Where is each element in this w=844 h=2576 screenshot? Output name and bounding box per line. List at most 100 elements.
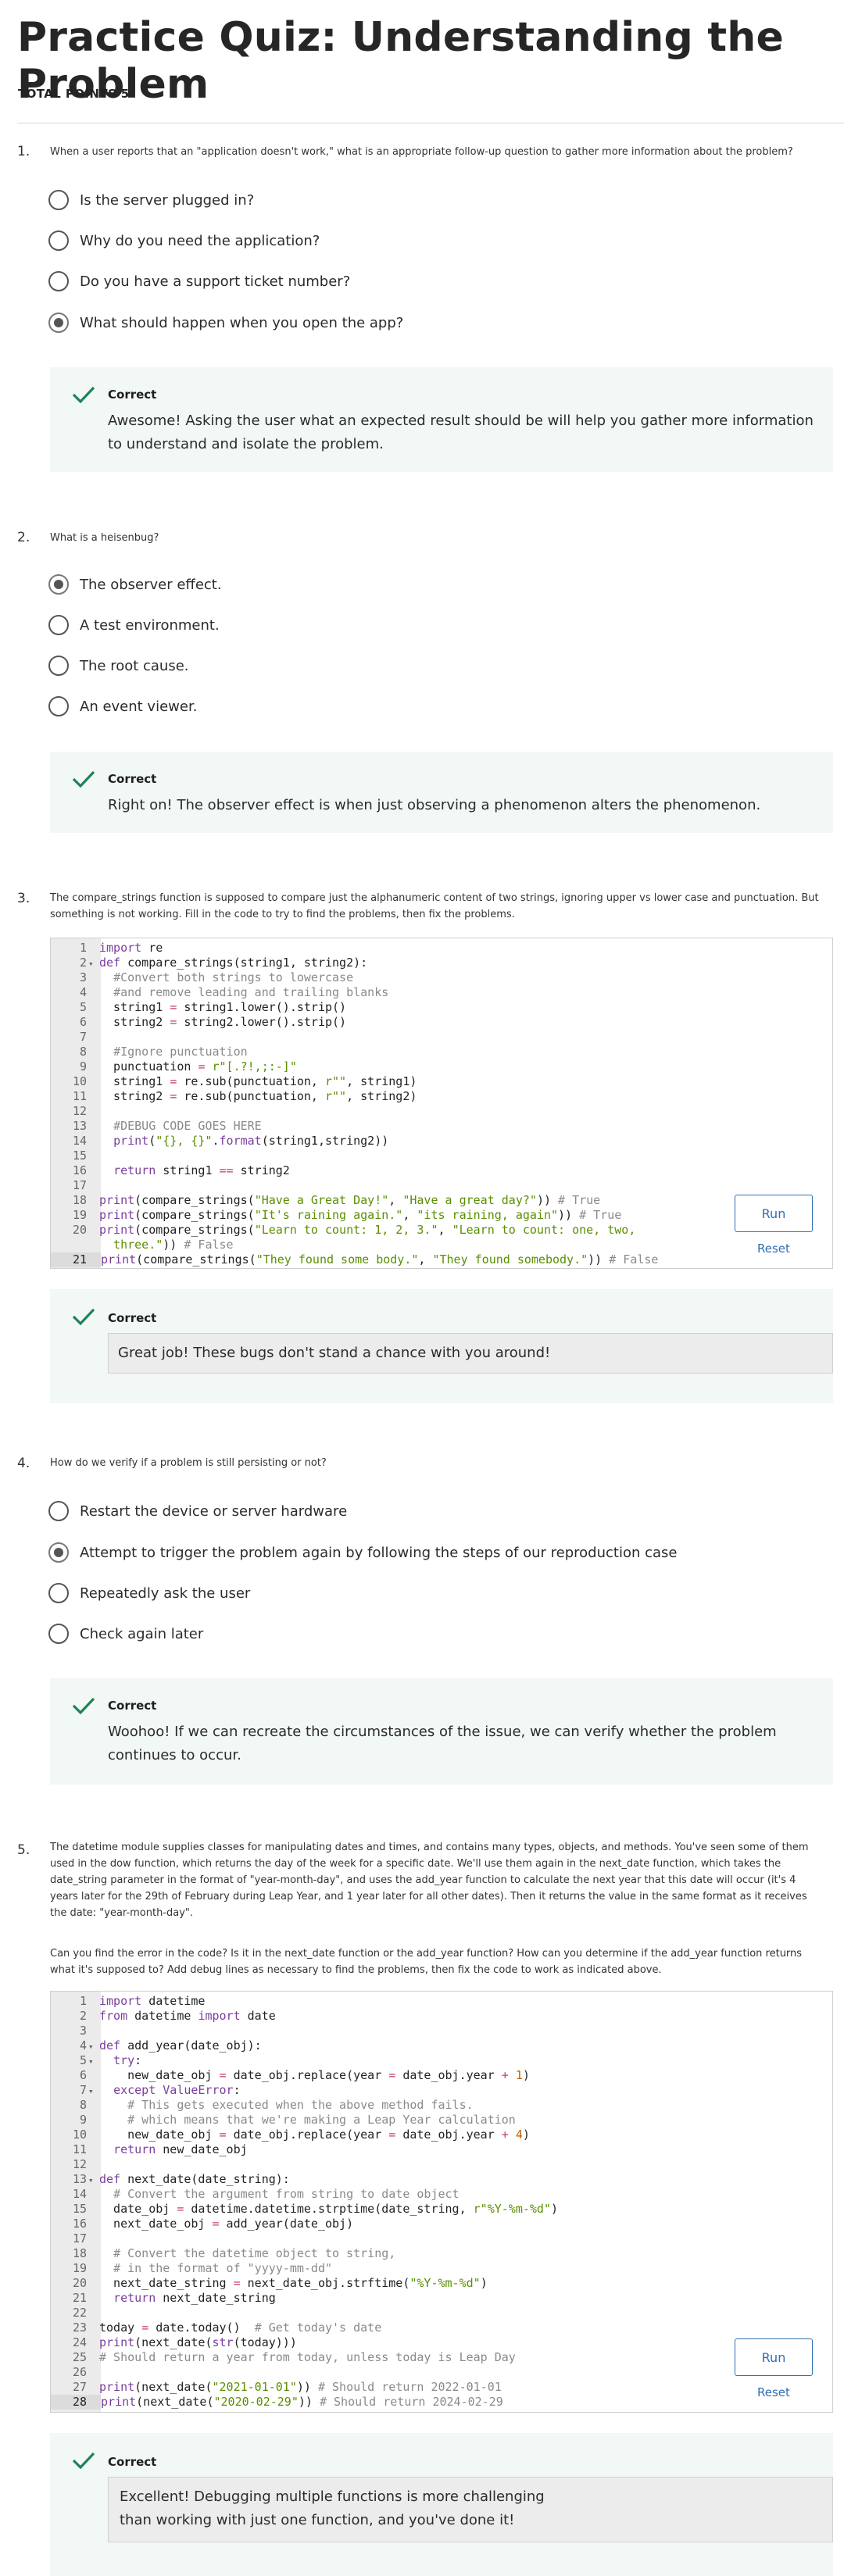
code-line[interactable]: 4 ▾ def add_year(date_obj): — [51, 2038, 262, 2053]
code-line[interactable]: 19 print(compare_strings("It's raining ag… — [51, 1208, 621, 1223]
code-line[interactable]: 18 # Convert the datetime object to stri… — [51, 2246, 395, 2261]
answer-option[interactable]: Restart the device or server hardware — [48, 1499, 347, 1524]
code-line[interactable]: 7 ▾ except ValueError: — [51, 2083, 241, 2098]
code-line[interactable]: 21 return next_date_string — [51, 2291, 276, 2306]
radio-button[interactable] — [48, 656, 69, 676]
code-line[interactable]: 28 — [51, 2395, 101, 2410]
code-line[interactable]: 20 print(compare_strings("Learn to count:… — [51, 1223, 635, 1238]
code-line[interactable]: three.")) # False — [51, 1238, 234, 1252]
feedback-title: Correct — [108, 1311, 157, 1325]
radio-button-selected[interactable] — [48, 574, 69, 595]
code-line[interactable]: 1 import datetime — [51, 1994, 206, 2009]
answer-option-selected[interactable]: What should happen when you open the app… — [48, 310, 403, 335]
feedback-text: Right on! The observer effect is when ju… — [108, 797, 761, 813]
answer-option[interactable]: Is the server plugged in? — [48, 188, 254, 213]
code-line[interactable]: 16 return string1 == string2 — [51, 1163, 290, 1178]
code-line[interactable]: 8 #Ignore punctuation — [51, 1045, 248, 1059]
code-line[interactable]: 20 next_date_string = next_date_obj.strf… — [51, 2276, 488, 2291]
question-text: How do we verify if a problem is still p… — [50, 1457, 327, 1469]
question-text: What is a heisenbug? — [50, 532, 159, 544]
code-line[interactable]: 12 — [51, 2157, 99, 2172]
code-line[interactable]: 13 ▾ def next_date(date_string): — [51, 2172, 290, 2187]
code-line[interactable]: 8 # This gets executed when the above me… — [51, 2098, 474, 2113]
run-button[interactable]: Run — [735, 2338, 813, 2376]
radio-button[interactable] — [48, 696, 69, 716]
code-line[interactable]: 9 # which means that we're making a Leap… — [51, 2113, 516, 2128]
code-line[interactable]: 22 — [51, 2306, 99, 2321]
code-line[interactable]: 23 today = date.today() # Get today's dat… — [51, 2321, 381, 2335]
run-button[interactable]: Run — [735, 1195, 813, 1232]
code-line[interactable]: 11 string2 = re.sub(punctuation, r"", st… — [51, 1089, 417, 1104]
radio-button[interactable] — [48, 190, 69, 210]
reset-link[interactable]: Reset — [757, 1242, 790, 1256]
code-line[interactable]: print(compare_strings("They found some b… — [101, 1252, 658, 1267]
code-line[interactable]: 3 — [51, 2024, 99, 2038]
answer-option[interactable]: Check again later — [48, 1621, 203, 1646]
answer-option[interactable]: Why do you need the application? — [48, 228, 320, 253]
code-line[interactable]: 15 — [51, 1149, 99, 1163]
code-line[interactable]: 9 punctuation = r"[.?!,;:-]" — [51, 1059, 297, 1074]
code-line[interactable]: 17 — [51, 2231, 99, 2246]
radio-button[interactable] — [48, 615, 69, 635]
feedback-title: Correct — [108, 2455, 157, 2469]
code-line[interactable]: 15 date_obj = datetime.datetime.strptime… — [51, 2202, 558, 2217]
answer-option-selected[interactable]: The observer effect. — [48, 572, 222, 597]
option-label: The observer effect. — [80, 576, 222, 593]
radio-button-selected[interactable] — [48, 1542, 69, 1563]
code-line[interactable]: 10 new_date_obj = date_obj.replace(year … — [51, 2128, 530, 2142]
code-line[interactable]: 14 # Convert the argument from string to… — [51, 2187, 460, 2202]
radio-button[interactable] — [48, 1501, 69, 1521]
option-label: An event viewer. — [80, 698, 198, 715]
code-line[interactable]: print(next_date("2020-02-29")) # Should … — [101, 2395, 503, 2410]
code-editor[interactable]: 1 import re 2 ▾ def compare_strings(string1… — [50, 938, 833, 1269]
radio-button[interactable] — [48, 1583, 69, 1603]
code-line[interactable]: 5 string1 = string1.lower().strip() — [51, 1000, 346, 1015]
code-line[interactable]: 21 — [51, 1252, 101, 1267]
radio-button[interactable] — [48, 271, 69, 291]
code-line[interactable]: 14 print("{}, {}".format(string1,string2… — [51, 1134, 388, 1149]
feedback-text: Awesome! Asking the user what an expecte… — [108, 413, 814, 452]
code-editor[interactable]: 1 import datetime 2 from datetime import d… — [50, 1991, 833, 2413]
reset-link[interactable]: Reset — [757, 2385, 790, 2399]
code-line[interactable]: 13 #DEBUG CODE GOES HERE — [51, 1119, 262, 1134]
code-line[interactable]: 24 print(next_date(str(today))) — [51, 2335, 297, 2350]
code-line[interactable]: 17 — [51, 1178, 99, 1193]
code-line[interactable]: 3 #Convert both strings to lowercase — [51, 970, 353, 985]
radio-button[interactable] — [48, 1624, 69, 1644]
answer-option[interactable]: Repeatedly ask the user — [48, 1581, 250, 1606]
code-line[interactable]: 2 ▾ def compare_strings(string1, string2): — [51, 956, 367, 970]
option-label: The root cause. — [80, 657, 189, 674]
code-line[interactable]: 27 print(next_date("2021-01-01")) # Shoul… — [51, 2380, 502, 2395]
option-label: Check again later — [80, 1625, 204, 1642]
code-line[interactable]: 4 #and remove leading and trailing blank… — [51, 985, 388, 1000]
answer-option-selected[interactable]: Attempt to trigger the problem again by … — [48, 1540, 678, 1565]
code-line[interactable]: 5 ▾ try: — [51, 2053, 141, 2068]
option-label: Attempt to trigger the problem again by … — [80, 1544, 678, 1561]
code-line[interactable]: 19 # in the format of "yyyy-mm-dd" — [51, 2261, 332, 2276]
option-label: Why do you need the application? — [80, 232, 320, 249]
feedback-panel: Correct Woohoo! If we can recreate the c… — [50, 1678, 833, 1785]
code-line[interactable]: 16 next_date_obj = add_year(date_obj) — [51, 2217, 353, 2231]
code-line[interactable]: 6 string2 = string2.lower().strip() — [51, 1015, 346, 1030]
answer-option[interactable]: A test environment. — [48, 613, 220, 638]
code-line[interactable]: 2 from datetime import date — [51, 2009, 276, 2024]
code-line[interactable]: 11 return new_date_obj — [51, 2142, 248, 2157]
code-line[interactable]: 12 — [51, 1104, 99, 1119]
option-label: Is the server plugged in? — [80, 191, 255, 209]
radio-button[interactable] — [48, 230, 69, 251]
code-line[interactable]: 6 new_date_obj = date_obj.replace(year =… — [51, 2068, 530, 2083]
answer-option[interactable]: An event viewer. — [48, 694, 197, 719]
code-line[interactable]: 25 # Should return a year from today, unl… — [51, 2350, 516, 2365]
feedback-panel: Correct Excellent! Debugging multiple fu… — [50, 2433, 833, 2576]
radio-button-selected[interactable] — [48, 313, 69, 333]
feedback-title: Correct — [108, 388, 157, 402]
answer-option[interactable]: The root cause. — [48, 653, 189, 678]
code-line[interactable]: 10 string1 = re.sub(punctuation, r"", st… — [51, 1074, 417, 1089]
checkmark-icon — [72, 2452, 95, 2469]
code-line[interactable]: 7 — [51, 1030, 99, 1045]
feedback-text: Great job! These bugs don't stand a chan… — [108, 1333, 833, 1374]
code-line[interactable]: 18 print(compare_strings("Have a Great Da… — [51, 1193, 600, 1208]
code-line[interactable]: 26 — [51, 2365, 99, 2380]
answer-option[interactable]: Do you have a support ticket number? — [48, 269, 350, 294]
code-line[interactable]: 1 import re — [51, 941, 163, 956]
